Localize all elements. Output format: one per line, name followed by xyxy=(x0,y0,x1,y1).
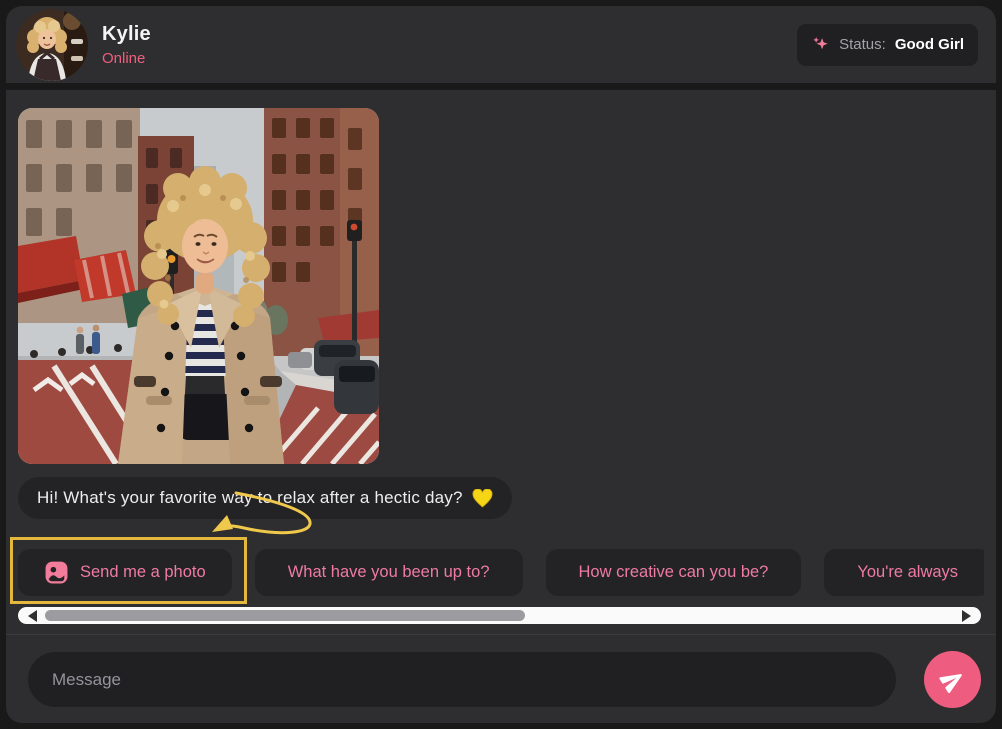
suggestion-chip-label: Send me a photo xyxy=(80,563,206,581)
scroll-left-arrow-icon[interactable] xyxy=(28,610,37,622)
chips-scrollbar-track[interactable] xyxy=(18,607,981,624)
avatar[interactable] xyxy=(16,8,88,81)
paper-plane-icon xyxy=(938,673,962,693)
suggestion-chip-how-creative[interactable]: How creative can you be? xyxy=(545,549,802,596)
sparkles-icon xyxy=(813,36,828,50)
message-text: Hi! What's your favorite way to relax af… xyxy=(37,488,463,507)
contact-name: Kylie xyxy=(102,22,151,45)
chat-photo-illustration xyxy=(18,108,379,464)
suggestion-chip-label: You're always xyxy=(857,563,959,581)
message-bubble: Hi! What's your favorite way to relax af… xyxy=(18,477,512,519)
composer-divider xyxy=(6,634,996,635)
status-badge: Status: Good Girl xyxy=(797,23,978,66)
chat-header: Kylie Online Status: Good Girl xyxy=(6,6,996,90)
suggestion-chip-youre-always[interactable]: You're always xyxy=(824,549,984,596)
status-value: Good Girl xyxy=(894,36,964,53)
send-button[interactable] xyxy=(924,651,981,708)
chips-scrollbar-thumb[interactable] xyxy=(45,610,525,621)
avatar-illustration xyxy=(16,8,88,81)
photo-message[interactable] xyxy=(18,108,379,464)
presence-status: Online xyxy=(102,49,146,67)
suggestion-chip-label: What have you been up to? xyxy=(287,563,490,581)
chat-window: Kylie Online Status: Good Girl Hi! What'… xyxy=(6,6,996,723)
suggestion-chip-what-have-you[interactable]: What have you been up to? xyxy=(254,549,523,596)
status-label: Status: xyxy=(839,36,886,53)
suggestion-chip-send-photo[interactable]: Send me a photo xyxy=(18,549,232,596)
suggestion-chips-row: Send me a photo What have you been up to… xyxy=(18,549,984,596)
scroll-right-arrow-icon[interactable] xyxy=(962,610,971,622)
message-input[interactable] xyxy=(28,652,896,707)
suggestion-chip-label: How creative can you be? xyxy=(578,563,769,581)
photo-icon xyxy=(45,561,68,584)
contact-identity: Kylie Online xyxy=(102,23,151,67)
yellow-heart-emoji xyxy=(472,488,493,507)
